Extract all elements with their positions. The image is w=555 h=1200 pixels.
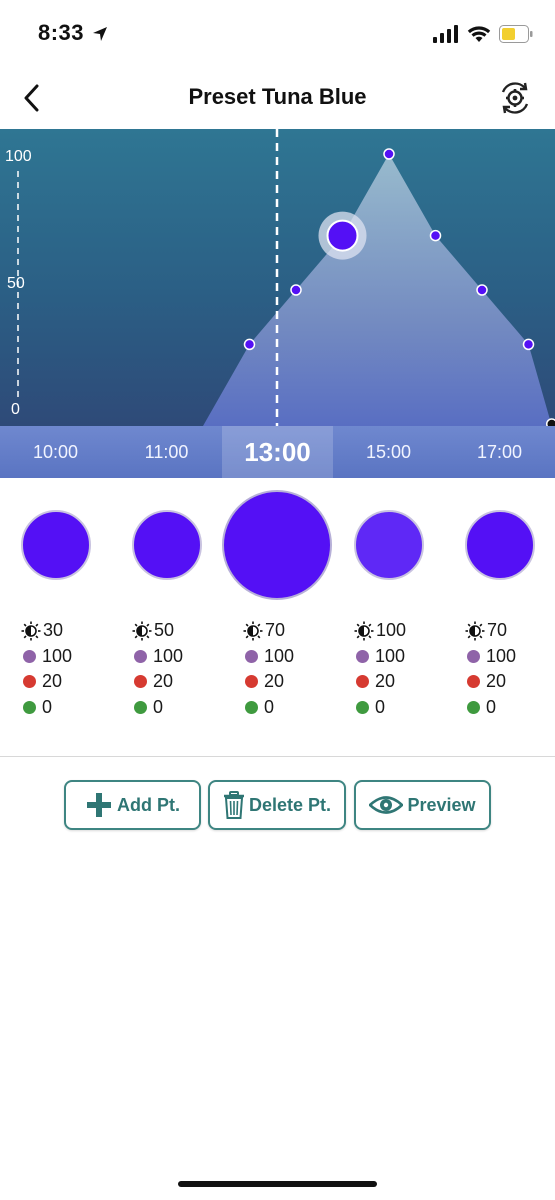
green-value: 0 [486,696,497,717]
red-value: 20 [153,671,174,692]
action-bar: Add Pt. Delete Pt. Preview [0,780,555,832]
color-swatch-selected[interactable] [222,490,332,600]
green-channel-dot [356,700,369,714]
red-value: 20 [486,671,507,692]
preview-label: Preview [407,794,476,815]
green-channel-dot [134,700,147,714]
brightness-value: 70 [487,620,508,641]
intensity-chart[interactable]: 100 50 0 [0,129,555,426]
red-value: 20 [264,671,285,692]
brightness-icon [132,621,152,641]
time-tab-1700[interactable]: 17:00 [444,426,555,478]
divider [0,756,555,757]
red-value: 20 [375,671,396,692]
plus-icon [87,793,111,817]
color-swatch[interactable] [354,510,424,580]
purple-value: 100 [153,645,184,666]
purple-value: 100 [375,645,406,666]
time-tab-1300[interactable]: 13:00 [222,426,333,478]
green-value: 0 [153,696,164,717]
red-channel-dot [356,675,369,689]
settings-button[interactable] [497,80,533,116]
delete-point-button[interactable]: Delete Pt. [208,780,346,830]
brightness-icon [243,621,263,641]
brightness-icon [465,621,485,641]
brightness-value: 100 [376,620,407,641]
data-point[interactable] [243,338,256,351]
green-channel-dot [467,700,480,714]
channel-column-selected: 70 100 20 0 [243,618,343,720]
status-time: 8:33 [38,20,85,45]
time-tab-1100[interactable]: 11:00 [111,426,222,478]
data-point[interactable] [429,229,442,242]
green-value: 0 [264,696,275,717]
red-channel-dot [245,675,258,689]
timeline[interactable]: 10:00 11:00 13:00 15:00 17:00 [0,426,555,478]
y-tick-label: 0 [11,401,20,418]
add-point-label: Add Pt. [117,794,180,815]
data-point[interactable] [522,338,535,351]
color-preview-row [0,486,555,606]
data-point[interactable] [290,284,302,296]
data-point[interactable] [546,418,555,426]
trash-icon [223,791,244,819]
purple-channel-dot [245,649,258,663]
purple-channel-dot [356,649,369,663]
purple-value: 100 [264,645,295,666]
location-arrow-icon [93,27,107,41]
data-point[interactable] [383,148,395,160]
red-channel-dot [467,675,480,689]
y-tick-label: 100 [5,148,32,165]
color-swatch[interactable] [132,510,202,580]
brightness-icon [21,621,41,641]
time-tab-1500[interactable]: 15:00 [333,426,444,478]
y-tick-label: 50 [7,275,25,292]
brightness-value: 30 [43,620,64,641]
red-channel-dot [23,675,36,689]
selected-data-point[interactable] [326,219,359,252]
cellular-signal-icon [433,25,458,43]
preview-button[interactable]: Preview [354,780,491,830]
add-point-button[interactable]: Add Pt. [64,780,201,830]
red-value: 20 [42,671,63,692]
green-value: 0 [375,696,386,717]
eye-icon [369,796,404,814]
wifi-icon [467,26,491,42]
red-channel-dot [134,675,147,689]
channel-values: 30 100 20 0 50 100 20 0 70 100 20 0 100 … [0,618,555,724]
channel-column: 30 100 20 0 [21,618,121,720]
time-tab-1000[interactable]: 10:00 [0,426,111,478]
green-channel-dot [23,700,36,714]
color-swatch[interactable] [465,510,535,580]
purple-channel-dot [23,649,36,663]
home-indicator [178,1181,377,1187]
purple-value: 100 [486,645,517,666]
channel-column: 100 100 20 0 [354,618,454,720]
green-channel-dot [245,700,258,714]
battery-icon [499,25,533,43]
chart-svg[interactable]: 100 50 0 [0,129,555,426]
intensity-area [203,154,552,426]
gear-sync-icon [501,82,529,114]
channel-column: 70 100 20 0 [465,618,555,720]
green-value: 0 [42,696,53,717]
brightness-value: 50 [154,620,175,641]
purple-value: 100 [42,645,73,666]
data-point[interactable] [476,284,488,296]
color-swatch[interactable] [21,510,91,580]
nav-bar: Preset Tuna Blue [0,68,555,130]
brightness-icon [354,621,374,641]
purple-channel-dot [134,649,147,663]
purple-channel-dot [467,649,480,663]
channel-column: 50 100 20 0 [132,618,232,720]
delete-point-label: Delete Pt. [248,794,332,815]
brightness-value: 70 [265,620,286,641]
page-title: Preset Tuna Blue [188,84,367,109]
status-bar: 8:33 [0,0,555,68]
